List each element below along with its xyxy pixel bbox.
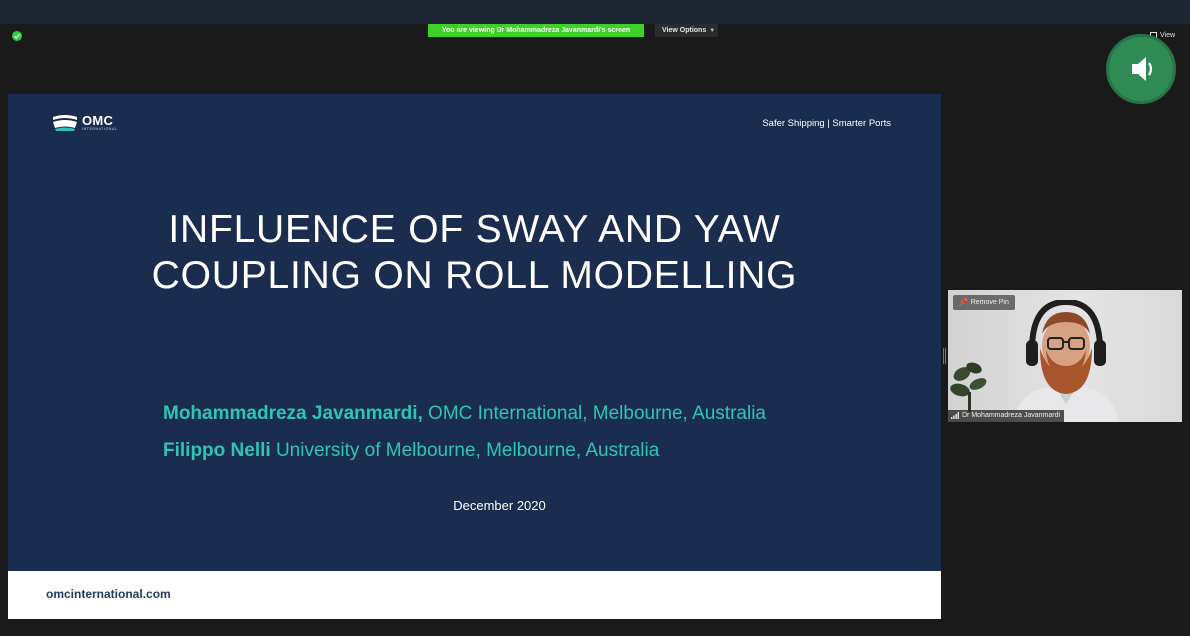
slide-footer: omcinternational.com bbox=[8, 571, 941, 619]
slide-title: INFLUENCE OF SWAY AND YAW COUPLING ON RO… bbox=[8, 207, 941, 299]
author-name: Mohammadreza Javanmardi, bbox=[163, 403, 423, 424]
slide-date: December 2020 bbox=[453, 498, 546, 513]
author-affiliation: University of Melbourne, Melbourne, Aust… bbox=[275, 440, 660, 461]
view-label: View bbox=[1160, 32, 1176, 39]
chevron-down-icon: ▼ bbox=[709, 28, 716, 34]
participant-name: Dr Mohammadreza Javanmardi bbox=[962, 412, 1061, 419]
resize-handle[interactable] bbox=[943, 348, 946, 364]
logo-subtext: INTERNATIONAL bbox=[82, 127, 118, 131]
remove-pin-label: Remove Pin bbox=[970, 299, 1009, 306]
footer-url: omcinternational.com bbox=[46, 587, 171, 601]
logo-text: OMC bbox=[82, 113, 114, 128]
participant-image bbox=[1014, 300, 1118, 422]
omc-logo-icon bbox=[53, 115, 77, 131]
shield-check-icon[interactable] bbox=[12, 31, 22, 41]
pin-icon: 📌 bbox=[959, 299, 968, 306]
audio-speaker-button[interactable] bbox=[1106, 34, 1176, 104]
author-line: Filippo Nelli University of Melbourne, M… bbox=[163, 440, 659, 462]
view-options-label: View Options bbox=[662, 27, 707, 34]
view-options-button[interactable]: View Options ▼ bbox=[655, 24, 718, 37]
shared-slide: OMC INTERNATIONAL Safer Shipping | Smart… bbox=[8, 94, 941, 619]
author-line: Mohammadreza Javanmardi, OMC Internation… bbox=[163, 403, 766, 425]
screen-share-banner: You are viewing Dr Mohammadreza Javanmar… bbox=[428, 24, 644, 37]
author-name: Filippo Nelli bbox=[163, 440, 271, 461]
slide-tagline: Safer Shipping | Smarter Ports bbox=[762, 118, 891, 129]
omc-logo: OMC INTERNATIONAL bbox=[52, 112, 132, 134]
top-bar bbox=[0, 0, 1190, 24]
speaker-icon bbox=[1132, 57, 1153, 81]
participant-video-tile[interactable]: 📌 Remove Pin Dr Mohammadreza Javanmardi bbox=[948, 290, 1182, 422]
remove-pin-button[interactable]: 📌 Remove Pin bbox=[953, 295, 1015, 310]
plant-image bbox=[950, 362, 987, 412]
signal-strength-icon bbox=[951, 411, 959, 419]
slide-title-line-1: INFLUENCE OF SWAY AND YAW bbox=[168, 208, 781, 251]
participant-name-label: Dr Mohammadreza Javanmardi bbox=[948, 410, 1065, 422]
slide-title-line-2: COUPLING ON ROLL MODELLING bbox=[151, 254, 798, 297]
author-affiliation: OMC International, Melbourne, Australia bbox=[428, 403, 766, 424]
